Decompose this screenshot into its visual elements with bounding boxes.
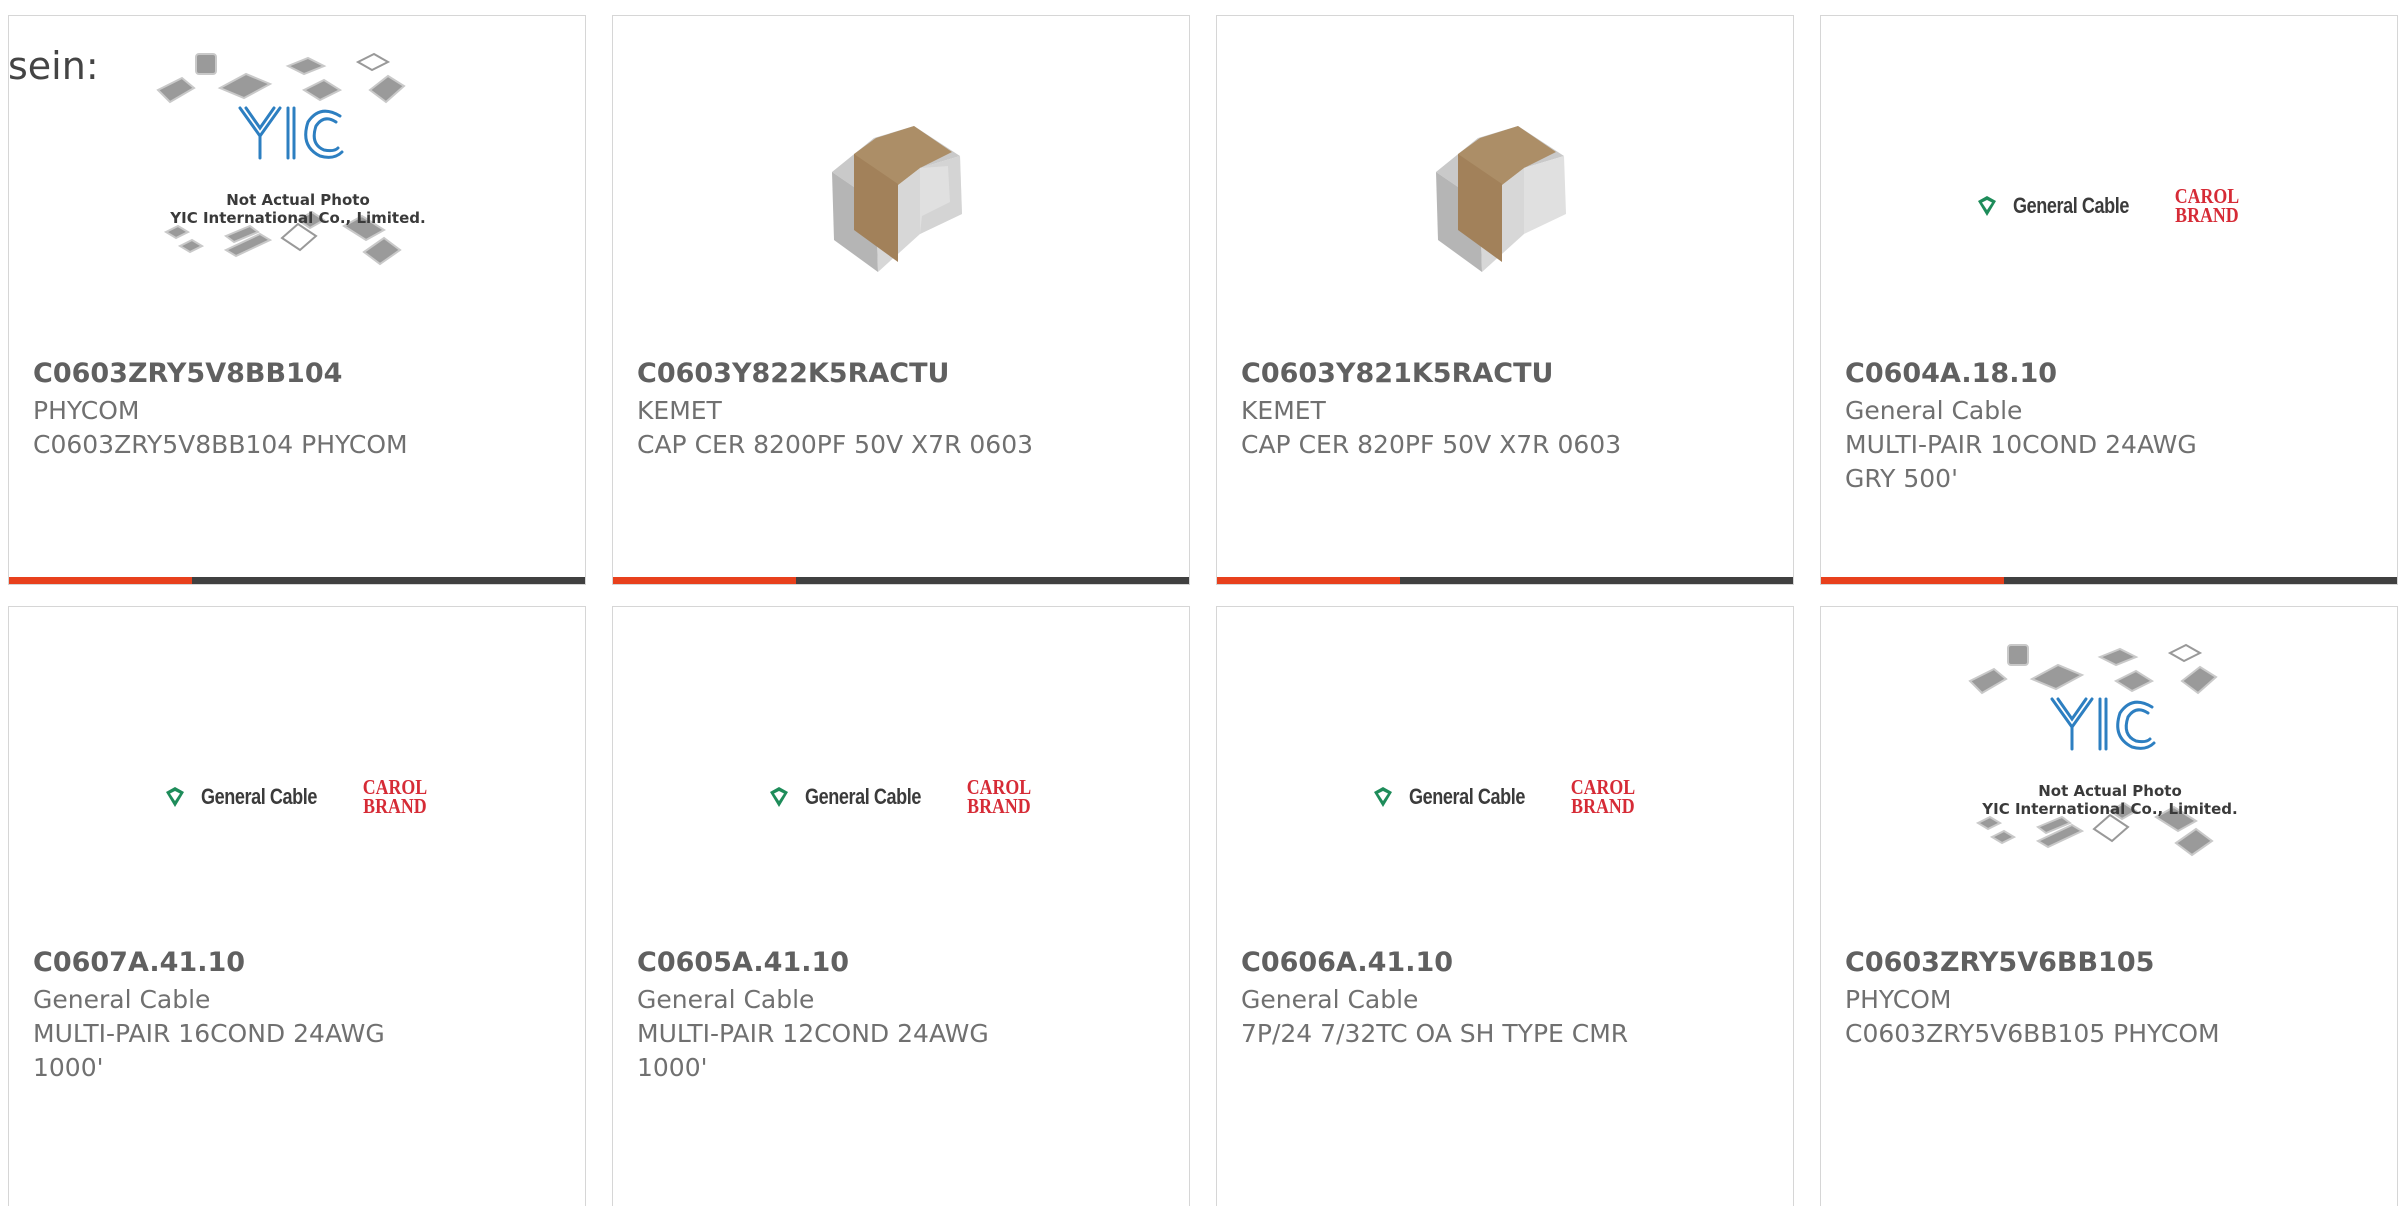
description: CAP CER 820PF 50V X7R 0603 xyxy=(1241,430,1622,459)
part-number-link[interactable]: C0603ZRY5V6BB105 xyxy=(1845,947,2154,978)
card-accent-bar xyxy=(1821,577,2397,584)
card-accent-bar xyxy=(9,577,585,584)
product-card[interactable]: C0603Y821K5RACTU KEMET CAP CER 820PF 50V… xyxy=(1216,15,1794,585)
card-accent-bar xyxy=(613,577,1189,584)
shield-icon xyxy=(1978,196,1997,216)
product-image[interactable]: Not Actual Photo YIC International Co., … xyxy=(1821,637,2399,877)
shield-icon xyxy=(770,787,789,807)
shield-icon xyxy=(1374,787,1393,807)
product-image[interactable] xyxy=(613,86,1191,326)
part-number-link[interactable]: C0603Y822K5RACTU xyxy=(637,358,949,389)
description: C0603ZRY5V8BB104 PHYCOM xyxy=(33,430,408,459)
product-card[interactable]: Not Actual Photo YIC International Co., … xyxy=(1820,606,2398,1206)
carol-brand-logo: CAROL BRAND xyxy=(966,775,1031,818)
product-card[interactable]: Not Actual Photo YIC International Co., … xyxy=(8,15,586,585)
product-card[interactable]: General Cable CAROL BRAND C0605A.41.10 G… xyxy=(612,606,1190,1206)
description: C0603ZRY5V6BB105 PHYCOM xyxy=(1845,1019,2220,1048)
part-number-link[interactable]: C0603Y821K5RACTU xyxy=(1241,358,1553,389)
manufacturer: KEMET xyxy=(637,396,722,425)
brand-text: General Cable xyxy=(805,784,922,809)
manufacturer: KEMET xyxy=(1241,396,1326,425)
product-image[interactable] xyxy=(1217,86,1795,326)
not-actual-photo-placeholder-icon xyxy=(1968,643,2218,857)
part-number-link[interactable]: C0606A.41.10 xyxy=(1241,947,1453,978)
manufacturer: PHYCOM xyxy=(1845,985,1952,1014)
part-number-link[interactable]: C0605A.41.10 xyxy=(637,947,849,978)
placeholder-line-1: Not Actual Photo xyxy=(2038,782,2182,800)
description: MULTI-PAIR 12COND 24AWG 1000' xyxy=(637,1019,989,1082)
product-grid-row: Not Actual Photo YIC International Co., … xyxy=(0,15,2400,615)
part-number-link[interactable]: C0603ZRY5V8BB104 xyxy=(33,358,342,389)
product-image[interactable]: General Cable CAROL BRAND xyxy=(613,677,1191,917)
product-card[interactable]: General Cable CAROL BRAND C0606A.41.10 G… xyxy=(1216,606,1794,1206)
general-cable-logo: General Cable CAROL BRAND xyxy=(1371,775,1640,818)
description: MULTI-PAIR 16COND 24AWG 1000' xyxy=(33,1019,385,1082)
product-image[interactable]: General Cable CAROL BRAND xyxy=(9,677,587,917)
manufacturer: General Cable xyxy=(1241,985,1419,1014)
part-number-link[interactable]: C0604A.18.10 xyxy=(1845,358,2057,389)
carol-brand-logo: CAROL BRAND xyxy=(1570,775,1635,818)
placeholder-caption: Not Actual Photo YIC International Co., … xyxy=(1821,782,2399,818)
shield-icon xyxy=(166,787,185,807)
brand-text: General Cable xyxy=(2013,193,2130,218)
manufacturer: General Cable xyxy=(33,985,211,1014)
part-number-link[interactable]: C0607A.41.10 xyxy=(33,947,245,978)
manufacturer: General Cable xyxy=(1845,396,2023,425)
brand-text: General Cable xyxy=(1409,784,1526,809)
ceramic-capacitor-icon xyxy=(832,126,962,272)
description: MULTI-PAIR 10COND 24AWG GRY 500' xyxy=(1845,430,2197,493)
product-card[interactable]: General Cable CAROL BRAND C0607A.41.10 G… xyxy=(8,606,586,1206)
product-image[interactable]: General Cable CAROL BRAND xyxy=(1821,86,2399,326)
brand-text: General Cable xyxy=(201,784,318,809)
product-card[interactable]: C0603Y822K5RACTU KEMET CAP CER 8200PF 50… xyxy=(612,15,1190,585)
product-image[interactable]: General Cable CAROL BRAND xyxy=(1217,677,1795,917)
placeholder-caption: Not Actual Photo YIC International Co., … xyxy=(9,191,587,227)
general-cable-logo: General Cable CAROL BRAND xyxy=(1975,184,2244,227)
description: 7P/24 7/32TC OA SH TYPE CMR xyxy=(1241,1019,1629,1048)
general-cable-logo: General Cable CAROL BRAND xyxy=(163,775,432,818)
manufacturer: General Cable xyxy=(637,985,815,1014)
not-actual-photo-placeholder-icon xyxy=(156,52,406,266)
placeholder-line-1: Not Actual Photo xyxy=(226,191,370,209)
carol-brand-logo: CAROL BRAND xyxy=(362,775,427,818)
page-text-fragment: sein: xyxy=(8,44,99,88)
ceramic-capacitor-icon xyxy=(1436,126,1566,272)
card-accent-bar xyxy=(1217,577,1793,584)
description: CAP CER 8200PF 50V X7R 0603 xyxy=(637,430,1034,459)
placeholder-line-2: YIC International Co., Limited. xyxy=(170,209,426,227)
placeholder-line-2: YIC International Co., Limited. xyxy=(1982,800,2238,818)
manufacturer: PHYCOM xyxy=(33,396,140,425)
general-cable-logo: General Cable CAROL BRAND xyxy=(767,775,1036,818)
product-card[interactable]: General Cable CAROL BRAND C0604A.18.10 G… xyxy=(1820,15,2398,585)
carol-brand-logo: CAROL BRAND xyxy=(2174,184,2239,227)
product-grid-row: General Cable CAROL BRAND C0607A.41.10 G… xyxy=(0,606,2400,1206)
